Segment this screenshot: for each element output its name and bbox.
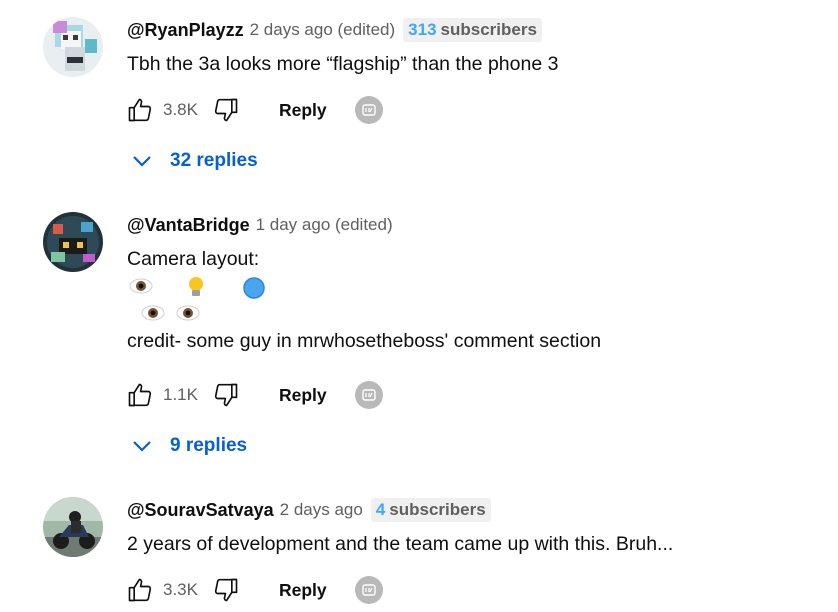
comment-header: @SouravSatvaya 2 days ago 4 subscribers [127,498,828,522]
avatar[interactable] [43,497,103,557]
eye-emoji-icon [129,278,153,294]
comment-text: 2 years of development and the team came… [127,533,674,555]
emoji-row [127,299,828,326]
reply-button[interactable]: Reply [279,385,327,406]
like-button[interactable] [125,380,155,410]
creator-heart-icon[interactable] [354,576,383,604]
avatar[interactable] [43,17,103,77]
creator-heart-icon[interactable] [354,96,383,124]
chevron-down-icon [133,441,151,452]
dislike-button[interactable] [211,380,241,410]
comment-actions: 3.3K Reply [125,572,383,608]
comment-time[interactable]: 1 day ago (edited) [256,215,393,235]
dislike-button[interactable] [211,95,241,125]
comment-time[interactable]: 2 days ago [280,500,363,520]
comment-header: @VantaBridge 1 day ago (edited) [127,213,828,237]
avatar[interactable] [43,212,103,272]
reply-button[interactable]: Reply [279,100,327,121]
subscriber-badge: 4 subscribers [370,498,491,522]
replies-count-label: 9 replies [170,435,248,456]
comment-header: @RyanPlayzz 2 days ago (edited) 313 subs… [127,18,828,42]
comment-actions: 1.1K Reply [125,377,383,413]
eye-emoji-icon [176,305,200,321]
thumbs-up-outline-icon [128,578,152,602]
comment-text: Tbh the 3a looks more “flagship” than th… [127,53,559,75]
author-name[interactable]: @RyanPlayzz [127,20,244,41]
thumbs-up-outline-icon [128,98,152,122]
emoji-row [127,272,828,299]
subscriber-count: 4 [375,500,386,519]
view-replies-button[interactable]: 32 replies [132,143,258,179]
creator-heart-icon[interactable] [354,381,383,409]
thumbs-up-outline-icon [128,383,152,407]
like-count: 1.1K [163,385,198,404]
reply-button[interactable]: Reply [279,580,327,601]
comment-text: credit- some guy in mrwhosetheboss' comm… [127,330,602,352]
chevron-down-icon [133,156,151,167]
like-button[interactable] [125,95,155,125]
subscriber-badge: 313 subscribers [403,18,542,42]
blue-circle-emoji-icon [243,277,265,299]
comment-time[interactable]: 2 days ago (edited) [250,20,396,40]
comment-text: Camera layout: [127,248,260,270]
lightbulb-emoji-icon [189,277,203,296]
thumbs-down-outline-icon [214,98,238,122]
like-button[interactable] [125,575,155,605]
author-name[interactable]: @VantaBridge [127,215,250,236]
thumbs-down-outline-icon [214,383,238,407]
eye-emoji-icon [141,305,165,321]
view-replies-button[interactable]: 9 replies [132,428,247,464]
like-count: 3.3K [163,580,198,599]
replies-count-label: 32 replies [170,150,258,171]
comment-actions: 3.8K Reply [125,92,383,128]
subscriber-count: 313 [408,20,437,39]
dislike-button[interactable] [211,575,241,605]
thumbs-down-outline-icon [214,578,238,602]
subscriber-label: subscribers [440,20,537,39]
author-name[interactable]: @SouravSatvaya [127,500,274,521]
like-count: 3.8K [163,100,198,119]
subscriber-label: subscribers [389,500,486,519]
